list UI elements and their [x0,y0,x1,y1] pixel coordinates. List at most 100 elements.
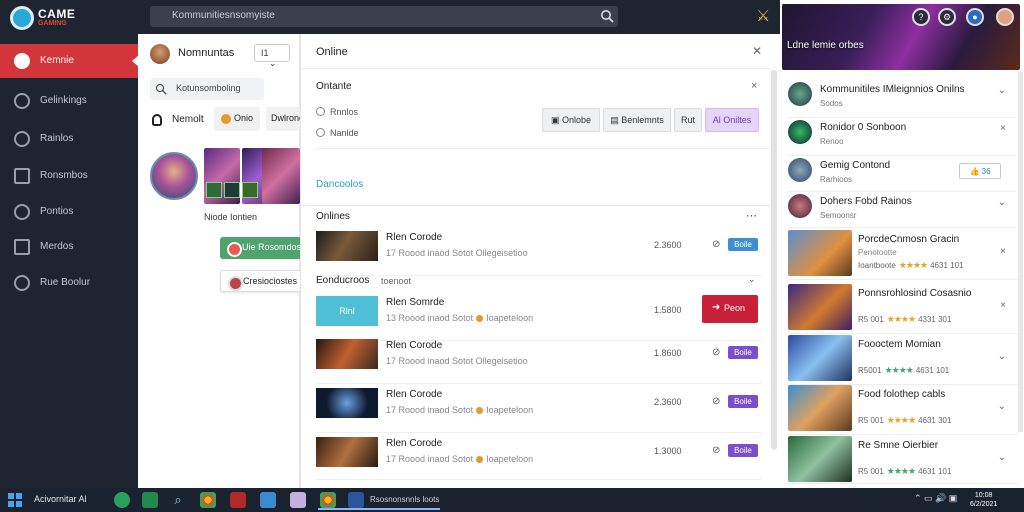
settings-icon[interactable]: ⚙ [938,8,956,26]
close-icon[interactable]: × [751,80,757,92]
windows-start-icon[interactable] [8,493,22,507]
app-icon[interactable] [114,492,130,508]
status-badge[interactable]: 👍 36 [959,163,1001,179]
rating: R5 001 ★★★★ 4631 301 [858,415,951,426]
sidebar-item-ronsmbos[interactable]: Ronsmbos [0,159,138,193]
avatar[interactable] [150,44,170,64]
status-badge[interactable]: Boile [728,346,758,359]
link-icon[interactable]: ⊘ [712,347,720,358]
sidebar-item-label: Rue Boolur [40,277,91,288]
scrollbar[interactable] [1018,72,1023,432]
status-chip[interactable]: Dwlrono [266,107,300,131]
brand-tagline: GAMING [38,20,67,27]
scrollbar[interactable] [771,70,777,450]
chevron-down-icon[interactable]: ⌄ [748,274,756,285]
sidebar-item-rainlos[interactable]: Rainlos [0,122,138,156]
avatar[interactable] [996,8,1014,26]
sidebar-item-kemnie[interactable]: Kemnie [0,44,139,78]
profile-avatar[interactable] [150,152,198,200]
clock-time: 10:08 [974,492,993,499]
list-item[interactable]: Food folothep cabls R5 001 ★★★★ 4631 301 ⌄ [788,385,1018,435]
taskbar-active-window[interactable]: Rsosnonsnnls loots [370,495,439,504]
rating-count: Ioantboote [858,261,896,270]
chevron-down-icon[interactable]: ⌄ [998,452,1006,463]
radio-option[interactable]: Rnnlos [316,107,358,117]
status-chip[interactable]: Onio [214,107,260,131]
spreadsheet-icon[interactable] [142,492,158,508]
system-tray-icons[interactable]: ⌃ ▭ 🔊 ▣ [914,493,957,504]
app-icon[interactable] [290,492,306,508]
list-item[interactable]: Rlen Corode 17 Roood inaod Sotot Ioapetel… [316,434,762,480]
rating-count: R5 001 [858,416,884,425]
chrome-icon[interactable] [200,492,216,508]
close-icon[interactable]: ✕ [752,44,762,58]
secondary-button[interactable]: Cresiociostes [220,270,302,292]
list-item[interactable]: Re Smne Oierbier R5 001 ★★★★ 4631 101 ⌄ [788,436,1018,484]
app-icon[interactable] [230,492,246,508]
filter-button[interactable]: Rut [674,108,702,132]
filter-button[interactable]: ▤ Benlemnts [603,108,671,132]
list-item[interactable]: Ponnsrohlosind Cosasnio R5 001 ★★★★ 4331 3… [788,284,1018,334]
close-icon[interactable]: × [1000,246,1006,257]
filter-button-active[interactable]: Al Oniltes [705,108,759,132]
thumbs-up-icon: 👍 [969,167,982,176]
sidebar-item-pontios[interactable]: Pontios [0,195,138,229]
search-icon[interactable]: ⌕ [170,492,186,508]
sidebar-item-merdos[interactable]: Merdos [0,230,138,264]
sidebar-item-label: Ronsmbos [40,170,88,181]
join-button[interactable]: Peon [702,295,758,323]
close-icon[interactable]: ⌄ [998,197,1006,208]
list-item[interactable]: Rlen Corode 17 Roood inaod Sotot Ioapetel… [316,385,762,433]
link-icon[interactable]: ⊘ [712,396,720,407]
game-thumbnail[interactable] [262,148,300,204]
app-icon[interactable] [260,492,276,508]
item-title: PorcdeCnmosn Gracin [858,234,960,245]
sidebar-item-rue-boolur[interactable]: Rue Boolur [0,266,138,300]
item-title: Foooctem Momian [858,339,941,350]
help-icon[interactable]: ? [912,8,930,26]
link-icon[interactable]: ⊘ [712,445,720,456]
banner-image [782,4,1020,70]
section-link[interactable]: Dancoolos [316,179,363,190]
filter-button[interactable]: ▣ Onlobe [542,108,600,132]
brand-name: CAME [38,7,76,21]
item-meta: 17 Roood inaod Sotot [386,248,474,258]
chrome-icon[interactable] [320,492,336,508]
chevron-down-icon[interactable]: ⌄ [998,85,1006,96]
chevron-down-icon[interactable]: ⌄ [998,401,1006,412]
search-icon[interactable] [600,9,614,23]
primary-button[interactable]: Uie Rosomdos [220,237,302,259]
clock[interactable]: 10:08 6/2/2021 [970,491,997,509]
item-title: Gemig Contond [820,160,891,171]
status-badge[interactable]: Boile [728,444,758,457]
list-item[interactable]: Foooctem Momian R5001 ★★★★ 4631 101 ⌄ [788,335,1018,385]
list-item[interactable]: PorcdeCnmosn Gracin Penotootte Ioantboot… [788,230,1018,280]
app-logo-icon[interactable] [10,6,34,30]
more-icon[interactable]: ⋯ [746,209,757,222]
star-icon: ★★★★ [886,314,916,324]
list-item[interactable]: Rlen Corode 17 Roood inaod Sotot Ollegei… [316,228,762,276]
close-icon[interactable]: × [1000,123,1006,134]
status-badge[interactable]: Boile [728,238,758,251]
word-icon[interactable] [348,492,364,508]
chevron-down-icon[interactable]: ⌄ [998,351,1006,362]
list-item[interactable]: Ronidor 0 Sonboon Renoo × [788,118,1016,156]
radio-option[interactable]: Nanlde [316,128,359,138]
sidebar-item-gelinkings[interactable]: Gelinkings [0,84,138,118]
rating-score: 4631 101 [915,366,950,375]
list-item[interactable]: Rlen Corode 17 Roood inaod Sotot Ollegei… [316,336,762,384]
status-dot-icon [476,315,484,322]
link-icon[interactable]: ⊘ [712,239,720,250]
status-badge[interactable]: Boile [728,395,758,408]
sword-icon[interactable]: ⚔ [756,6,776,26]
clock-date: 6/2/2021 [970,501,998,508]
settings-icon [14,93,30,109]
list-item[interactable]: Kommunitiles IMleignnios Onilns Sodos ⌄ [788,80,1016,118]
list-item[interactable]: Dohers Fobd Rainos Semoonsr ⌄ [788,192,1016,228]
notification-icon[interactable]: ● [966,8,984,26]
close-icon[interactable]: × [1000,300,1006,311]
profile-dropdown[interactable]: I1 ⌄ [254,44,290,68]
list-item[interactable]: Rlnl Rlen Somrde 13 Roood inaod Sotot Ioa… [316,293,762,341]
item-meta: Ollegeisetioo [475,248,528,258]
taskbar-label[interactable]: Acivornitar Al [34,494,87,504]
